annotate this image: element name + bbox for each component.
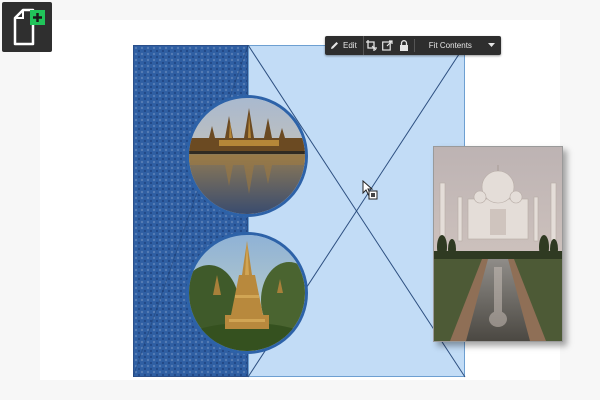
mouse-cursor-icon: [362, 180, 378, 200]
fit-contents-dropdown[interactable]: Fit Contents: [417, 36, 501, 55]
fit-contents-label: Fit Contents: [428, 41, 472, 50]
frame-toolbar: Edit Fit Contents: [325, 36, 501, 55]
pencil-icon: [331, 42, 338, 49]
edit-button-label: Edit: [343, 41, 357, 50]
crop-icon: [366, 40, 378, 51]
replace-image-button[interactable]: [380, 36, 396, 55]
taj-mahal-photo[interactable]: [433, 146, 563, 342]
lock-button[interactable]: [396, 36, 412, 55]
pagoda-photo[interactable]: [186, 232, 308, 354]
lock-icon: [399, 40, 408, 51]
toolbar-divider: [413, 39, 415, 52]
pagoda-image: [189, 235, 305, 351]
frame-placeholder-lines: [133, 45, 466, 378]
taj-mahal-image: [434, 147, 562, 341]
temple-reflection-photo[interactable]: [186, 95, 308, 217]
temple-reflection-image: [189, 98, 305, 214]
add-page-icon: [13, 8, 45, 46]
crop-button[interactable]: [364, 36, 380, 55]
replace-image-icon: [382, 40, 393, 51]
edit-button[interactable]: Edit: [325, 36, 364, 55]
add-page-button[interactable]: [2, 2, 52, 52]
chevron-down-icon: [488, 43, 495, 47]
